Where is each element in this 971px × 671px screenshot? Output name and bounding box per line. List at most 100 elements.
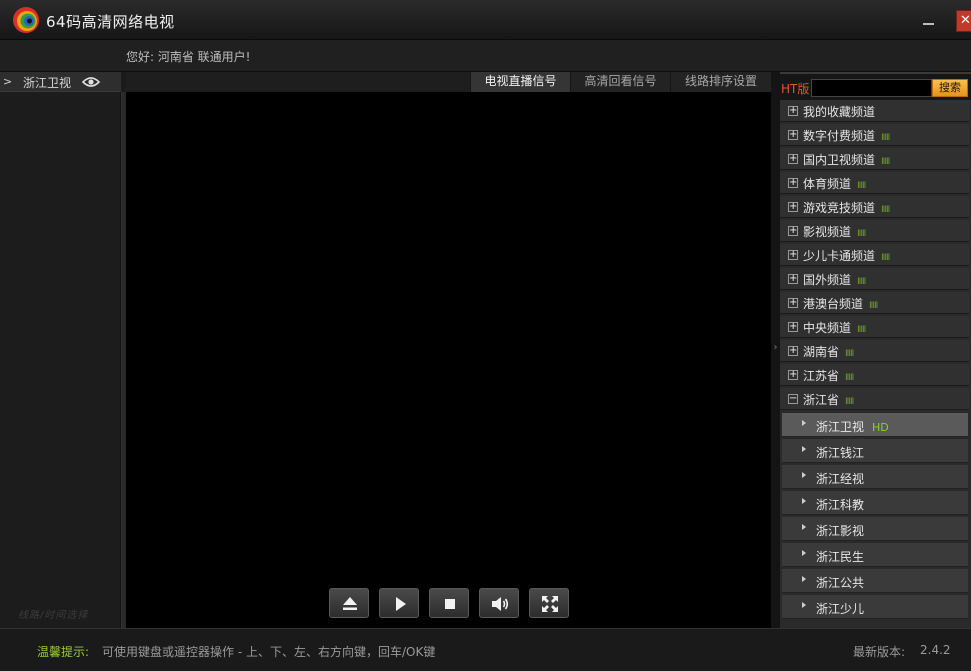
fullscreen-icon	[542, 596, 558, 612]
greeting-bar: 您好: 河南省 联通用户!	[0, 40, 971, 72]
category-label: 游戏竞技频道 IIIII	[803, 199, 890, 216]
subchannel-label: 浙江钱江	[816, 444, 864, 461]
fullscreen-button[interactable]	[529, 588, 569, 618]
expand-plus-icon[interactable]: +	[788, 178, 798, 188]
close-icon: ✕	[960, 13, 971, 28]
expand-plus-icon[interactable]: +	[788, 154, 798, 164]
signal-bars-icon: IIIII	[881, 253, 890, 263]
expand-plus-icon[interactable]: +	[788, 130, 798, 140]
title-bar: 64码高清网络电视 ✕	[0, 0, 971, 40]
category-name: 江苏省	[803, 369, 840, 383]
subchannel-name: 浙江钱江	[816, 446, 865, 460]
category-item[interactable]: + 国内卫视频道 IIIII	[780, 148, 969, 170]
expand-plus-icon[interactable]: +	[788, 202, 798, 212]
subchannel-name: 浙江影视	[816, 524, 865, 538]
app-logo-icon	[13, 7, 39, 33]
subchannel-item[interactable]: 浙江少儿	[782, 595, 968, 619]
expand-plus-icon[interactable]: +	[788, 322, 798, 332]
subchannel-item[interactable]: 浙江影视	[782, 517, 968, 541]
volume-button[interactable]	[479, 588, 519, 618]
minimize-button[interactable]	[918, 12, 940, 30]
eject-button[interactable]	[329, 588, 369, 618]
search-input[interactable]	[811, 79, 932, 97]
triangle-right-icon	[802, 550, 806, 556]
category-item[interactable]: + 国外频道 IIIII	[780, 268, 969, 290]
category-label: 我的收藏频道	[803, 103, 875, 120]
category-name: 浙江省	[803, 393, 840, 407]
triangle-right-icon	[802, 524, 806, 530]
expand-plus-icon[interactable]: +	[788, 346, 798, 356]
signal-bars-icon: IIIII	[845, 397, 854, 407]
expand-plus-icon[interactable]: +	[788, 250, 798, 260]
category-name: 湖南省	[803, 345, 840, 359]
expand-arrow-icon[interactable]: >	[3, 74, 15, 90]
ht-version-label: HT版	[781, 82, 810, 96]
category-item[interactable]: + 湖南省 IIIII	[780, 340, 969, 362]
category-item[interactable]: + 游戏竞技频道 IIIII	[780, 196, 969, 218]
triangle-right-icon	[802, 420, 806, 426]
category-item[interactable]: + 我的收藏频道	[780, 100, 969, 122]
category-item[interactable]: + 少儿卡通频道 IIIII	[780, 244, 969, 266]
stop-icon	[445, 599, 455, 609]
subchannel-name: 浙江科教	[816, 498, 865, 512]
collapse-minus-icon[interactable]: −	[788, 394, 798, 404]
tab-live-signal[interactable]: 电视直播信号	[470, 72, 570, 92]
category-name: 游戏竞技频道	[803, 201, 876, 215]
triangle-right-icon	[802, 498, 806, 504]
triangle-right-icon	[802, 472, 806, 478]
category-label: 港澳台频道 IIIII	[803, 295, 878, 312]
expand-plus-icon[interactable]: +	[788, 226, 798, 236]
video-player[interactable]	[126, 92, 771, 628]
search-button[interactable]: 搜索	[932, 79, 968, 97]
line-time-select[interactable]: 线路/时间选择	[18, 606, 88, 621]
left-panel-header: > 浙江卫视	[0, 72, 121, 92]
signal-bars-icon: IIIII	[857, 229, 866, 239]
signal-bars-icon: IIIII	[857, 325, 866, 335]
category-item[interactable]: − 浙江省 IIIII	[780, 388, 969, 410]
subchannel-label: 浙江卫视 HD	[816, 418, 889, 435]
tab-hd-replay[interactable]: 高清回看信号	[570, 72, 670, 92]
search-row: HT版 搜索	[780, 72, 971, 100]
collapse-panel-icon[interactable]: ›	[771, 342, 780, 353]
version-value: 2.4.2	[920, 643, 951, 657]
subchannel-item[interactable]: 浙江经视	[782, 465, 968, 489]
expand-plus-icon[interactable]: +	[788, 370, 798, 380]
category-name: 国外频道	[803, 273, 852, 287]
status-bar: 温馨提示: 可使用键盘或遥控器操作 - 上、下、左、右方向键，回车/OK键 最新…	[0, 628, 971, 671]
signal-bars-icon: IIIII	[857, 277, 866, 287]
subchannel-item[interactable]: 浙江公共	[782, 569, 968, 593]
hd-badge: HD	[872, 421, 889, 434]
subchannel-item[interactable]: 浙江民生	[782, 543, 968, 567]
user-greeting: 您好: 河南省 联通用户!	[126, 50, 251, 64]
stop-button[interactable]	[429, 588, 469, 618]
expand-plus-icon[interactable]: +	[788, 106, 798, 116]
subchannel-item[interactable]: 浙江卫视 HD	[782, 413, 968, 437]
category-item[interactable]: + 中央频道 IIIII	[780, 316, 969, 338]
signal-tabs: 电视直播信号 高清回看信号 线路排序设置	[126, 72, 771, 92]
subchannel-item[interactable]: 浙江科教	[782, 491, 968, 515]
category-label: 湖南省 IIIII	[803, 343, 854, 360]
triangle-right-icon	[802, 576, 806, 582]
category-item[interactable]: + 江苏省 IIIII	[780, 364, 969, 386]
category-name: 中央频道	[803, 321, 852, 335]
category-item[interactable]: + 港澳台频道 IIIII	[780, 292, 969, 314]
subchannel-label: 浙江经视	[816, 470, 864, 487]
category-item[interactable]: + 影视频道 IIIII	[780, 220, 969, 242]
category-item[interactable]: + 体育频道 IIIII	[780, 172, 969, 194]
signal-bars-icon: IIIII	[881, 205, 890, 215]
close-button[interactable]: ✕	[956, 10, 971, 32]
expand-plus-icon[interactable]: +	[788, 274, 798, 284]
signal-bars-icon: IIIII	[857, 181, 866, 191]
expand-plus-icon[interactable]: +	[788, 298, 798, 308]
category-label: 国内卫视频道 IIIII	[803, 151, 890, 168]
current-channel-label: 浙江卫视	[23, 76, 72, 90]
tab-line-sort[interactable]: 线路排序设置	[670, 72, 771, 92]
play-button[interactable]	[379, 588, 419, 618]
category-label: 国外频道 IIIII	[803, 271, 866, 288]
triangle-right-icon	[802, 602, 806, 608]
category-item[interactable]: + 数字付费频道 IIIII	[780, 124, 969, 146]
subchannel-item[interactable]: 浙江钱江	[782, 439, 968, 463]
subchannel-label: 浙江少儿	[816, 600, 864, 617]
eye-icon[interactable]	[82, 74, 100, 90]
subchannel-label: 浙江影视	[816, 522, 864, 539]
